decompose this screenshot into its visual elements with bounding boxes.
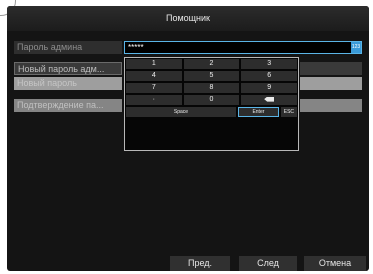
backspace-key[interactable] [241,95,298,105]
admin-password-label: Пароль админа [14,41,122,54]
cancel-button[interactable]: Отмена [304,256,366,271]
space-key[interactable]: Space [126,107,236,117]
new-password-label: Новый пароль [14,77,122,90]
key-9[interactable]: 9 [241,83,298,93]
backspace-icon [264,96,275,102]
new-admin-password-field[interactable] [300,62,362,75]
key-5[interactable]: 5 [183,71,240,81]
admin-password-value: ***** [128,43,144,52]
key-4[interactable]: 4 [126,71,182,81]
prev-button[interactable]: Пред. [170,256,230,271]
next-button[interactable]: След [239,256,297,271]
enter-key[interactable]: Enter [238,107,279,117]
key-6[interactable]: 6 [241,71,298,81]
key-7[interactable]: 7 [126,83,182,93]
key-3[interactable]: 3 [241,59,298,69]
key-1[interactable]: 1 [126,59,182,69]
key-2[interactable]: 2 [183,59,240,69]
admin-password-input[interactable]: ***** 123 [124,41,362,54]
numeric-keypad: 1 2 3 4 5 6 7 8 9 · 0 Space Enter ESC [124,57,299,151]
esc-key[interactable]: ESC [280,107,297,117]
new-admin-password-label: Новый пароль адм... [14,62,122,75]
confirm-password-field[interactable] [300,99,362,112]
dialog-title: Помощник [7,6,369,31]
wizard-dialog: Помощник Пароль админа ***** 123 Новый п… [7,6,369,271]
confirm-password-label: Подтверждение па... [14,99,122,112]
key-dot[interactable]: · [126,95,182,105]
new-password-field[interactable] [300,77,362,90]
key-0[interactable]: 0 [183,95,240,105]
key-8[interactable]: 8 [183,83,240,93]
input-mode-button[interactable]: 123 [351,42,361,53]
